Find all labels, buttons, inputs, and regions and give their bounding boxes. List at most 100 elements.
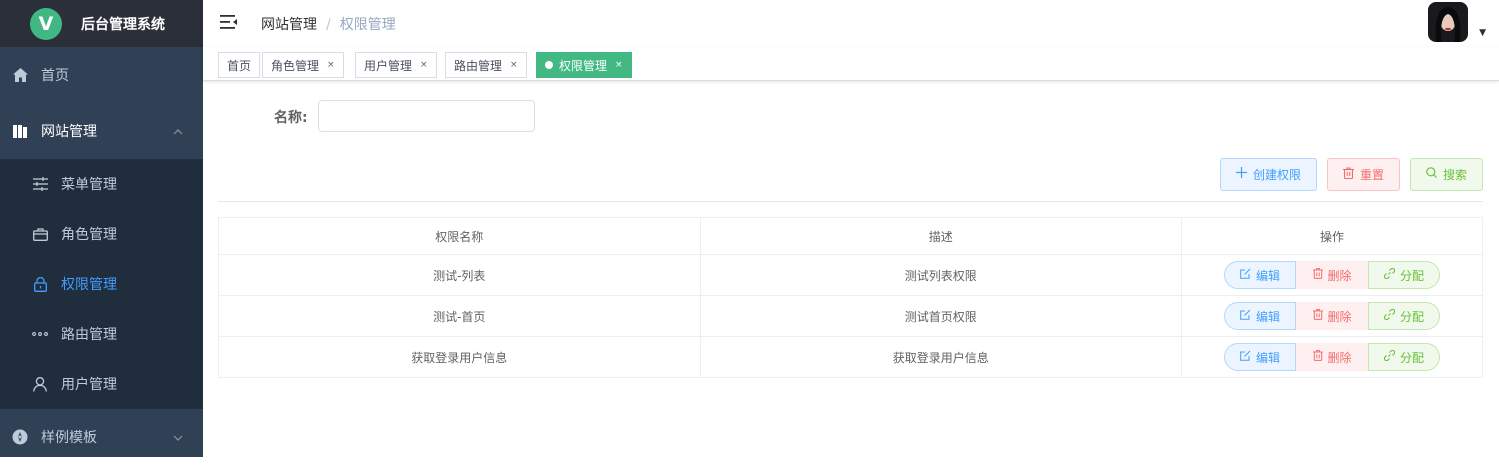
assign-button[interactable]: 分配 xyxy=(1368,261,1441,289)
tag-role[interactable]: 角色管理 × xyxy=(262,52,344,78)
more-dots-icon xyxy=(32,332,48,336)
tag-home[interactable]: 首页 xyxy=(218,52,261,78)
caret-down-icon[interactable]: ▼ xyxy=(1479,28,1486,38)
link-icon xyxy=(1383,267,1396,282)
close-icon[interactable]: × xyxy=(420,60,428,70)
edit-button[interactable]: 编辑 xyxy=(1224,343,1297,371)
button-label: 分配 xyxy=(1400,350,1425,365)
sidebar-item-menu[interactable]: 菜单管理 xyxy=(0,159,203,209)
tag-permission[interactable]: 权限管理 × xyxy=(536,52,632,78)
sidebar-submenu: 菜单管理 角色管理 权限管理 路由管理 用户管理 xyxy=(0,159,203,409)
column-header-actions: 操作 xyxy=(1181,217,1483,255)
lock-icon xyxy=(32,276,48,292)
chevron-down-icon xyxy=(173,431,183,444)
plus-icon xyxy=(1235,167,1247,182)
search-button[interactable]: 搜索 xyxy=(1410,158,1483,191)
column-header-name: 权限名称 xyxy=(218,217,701,255)
hamburger-icon[interactable] xyxy=(220,14,238,32)
breadcrumb-separator: / xyxy=(326,17,331,33)
avatar[interactable] xyxy=(1428,2,1468,42)
briefcase-icon xyxy=(32,227,48,241)
row-actions: 编辑 删除 分配 xyxy=(1224,261,1441,289)
button-label: 编辑 xyxy=(1256,350,1281,365)
assign-button[interactable]: 分配 xyxy=(1368,302,1441,330)
tags-view: 首页 角色管理 × 用户管理 × 路由管理 × 权限管理 × xyxy=(203,47,1499,81)
tag-user[interactable]: 用户管理 × xyxy=(355,52,437,78)
trash-icon xyxy=(1312,309,1323,323)
reset-button[interactable]: 重置 xyxy=(1327,158,1400,191)
cell-desc: 测试首页权限 xyxy=(699,295,1183,337)
tag-label: 首页 xyxy=(227,58,252,73)
user-icon xyxy=(32,376,48,392)
edit-button[interactable]: 编辑 xyxy=(1224,302,1297,330)
delete-button[interactable]: 删除 xyxy=(1296,343,1369,371)
sidebar-item-home[interactable]: 首页 xyxy=(0,47,203,103)
button-label: 编辑 xyxy=(1256,309,1281,324)
sidebar-item-route[interactable]: 路由管理 xyxy=(0,309,203,359)
tag-label: 路由管理 xyxy=(454,58,503,73)
row-actions: 编辑 删除 分配 xyxy=(1224,343,1441,371)
button-label: 删除 xyxy=(1327,268,1352,283)
table-row: 获取登录用户信息 获取登录用户信息 编辑 删除 分配 xyxy=(218,336,1483,378)
sidebar-logo[interactable]: V 后台管理系统 xyxy=(0,0,203,47)
edit-icon xyxy=(1240,350,1251,364)
cell-actions: 编辑 删除 分配 xyxy=(1181,254,1483,296)
button-label: 重置 xyxy=(1359,168,1384,182)
button-label: 创建权限 xyxy=(1252,168,1301,182)
create-permission-button[interactable]: 创建权限 xyxy=(1220,158,1317,191)
cell-name: 测试-列表 xyxy=(218,254,701,296)
sidebar-item-label: 菜单管理 xyxy=(61,177,117,193)
sliders-icon xyxy=(32,177,48,191)
table-row: 测试-列表 测试列表权限 编辑 删除 分配 xyxy=(218,254,1483,296)
sidebar-group-label: 样例模板 xyxy=(41,430,97,446)
vue-logo-icon: V xyxy=(30,7,62,40)
sidebar-item-label: 权限管理 xyxy=(61,277,117,293)
sidebar-item-label: 首页 xyxy=(41,68,69,84)
edit-icon xyxy=(1240,268,1251,282)
search-icon xyxy=(1426,167,1437,182)
close-icon[interactable]: × xyxy=(615,60,623,70)
name-label: 名称: xyxy=(274,110,308,126)
breadcrumb-current: 权限管理 xyxy=(339,17,396,33)
cell-desc: 获取登录用户信息 xyxy=(699,336,1183,378)
tag-route[interactable]: 路由管理 × xyxy=(445,52,527,78)
tag-label: 角色管理 xyxy=(271,58,320,73)
table-row: 测试-首页 测试首页权限 编辑 删除 分配 xyxy=(218,295,1483,337)
button-label: 分配 xyxy=(1400,309,1425,324)
book-icon xyxy=(12,124,28,138)
sidebar-item-label: 用户管理 xyxy=(61,377,117,393)
button-label: 删除 xyxy=(1327,309,1352,324)
link-icon xyxy=(1383,349,1396,364)
close-icon[interactable]: × xyxy=(510,60,518,70)
delete-button[interactable]: 删除 xyxy=(1296,302,1369,330)
navbar: 网站管理 / 权限管理 ▼ xyxy=(203,0,1499,47)
button-label: 搜索 xyxy=(1442,168,1467,182)
column-header-desc: 描述 xyxy=(699,217,1183,255)
breadcrumb-item[interactable]: 网站管理 xyxy=(261,17,317,33)
app-title: 后台管理系统 xyxy=(81,16,165,33)
link-icon xyxy=(1383,308,1396,323)
tag-label: 权限管理 xyxy=(559,58,608,73)
edit-icon xyxy=(1240,309,1251,323)
sidebar-item-permission[interactable]: 权限管理 xyxy=(0,259,203,309)
trash-icon xyxy=(1312,268,1323,282)
compass-icon xyxy=(12,429,28,445)
close-icon[interactable]: × xyxy=(327,60,335,70)
sidebar-item-label: 角色管理 xyxy=(61,227,117,243)
name-input[interactable] xyxy=(318,100,535,132)
tag-label: 用户管理 xyxy=(364,58,413,73)
edit-button[interactable]: 编辑 xyxy=(1224,261,1297,289)
chevron-up-icon xyxy=(173,125,183,138)
sidebar-item-role[interactable]: 角色管理 xyxy=(0,209,203,259)
assign-button[interactable]: 分配 xyxy=(1368,343,1441,371)
cell-desc: 测试列表权限 xyxy=(699,254,1183,296)
sidebar-item-user[interactable]: 用户管理 xyxy=(0,359,203,409)
button-label: 分配 xyxy=(1400,268,1425,283)
sidebar: V 后台管理系统 首页 网站管理 菜单管理 角色管理 权限管理 路由管理 用户管… xyxy=(0,0,203,457)
cell-actions: 编辑 删除 分配 xyxy=(1181,295,1483,337)
delete-button[interactable]: 删除 xyxy=(1296,261,1369,289)
home-icon xyxy=(12,68,28,82)
sidebar-group-website[interactable]: 网站管理 xyxy=(0,103,203,159)
sidebar-item-label: 路由管理 xyxy=(61,327,117,343)
button-label: 编辑 xyxy=(1256,268,1281,283)
